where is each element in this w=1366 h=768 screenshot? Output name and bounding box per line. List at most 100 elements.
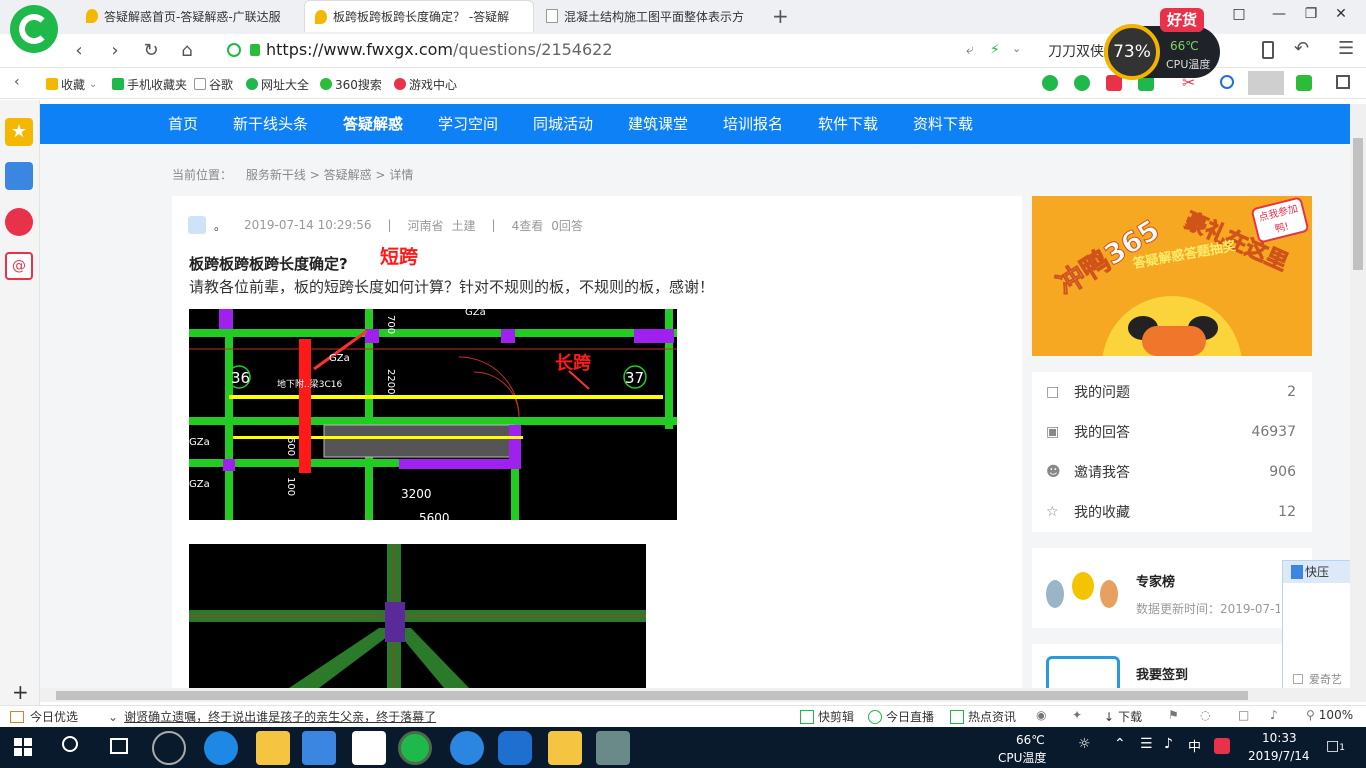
vertical-scrollbar[interactable] [1350, 104, 1366, 702]
nav-classroom[interactable]: 建筑课堂 [628, 104, 688, 144]
clock-date[interactable]: 2019/7/14 [1248, 749, 1310, 763]
stat-my-questions[interactable]: □ 我的问题 2 [1046, 372, 1296, 412]
ime-indicator[interactable]: 中 [1188, 736, 1201, 755]
search-icon[interactable] [1220, 75, 1234, 89]
minimize-button[interactable]: — [1268, 6, 1290, 26]
pin-icon[interactable]: ✦ [1072, 708, 1082, 722]
share-icon[interactable]: ⤶ [966, 42, 974, 58]
news-icon[interactable] [5, 162, 33, 190]
bookmark-favorites[interactable]: 收藏 ⌄ [46, 76, 97, 92]
tab-concrete[interactable]: 混凝土结构施工图平面整体表示方 [536, 0, 764, 32]
sidebar-toggle-icon[interactable]: ‹ [14, 74, 20, 90]
restore-button[interactable]: ❐ [1300, 6, 1322, 26]
speed-icon[interactable]: ◉ [1036, 708, 1046, 722]
nav-downloads[interactable]: 资料下载 [913, 104, 973, 144]
undo-icon[interactable]: ↶ [1294, 38, 1309, 59]
network-icon[interactable]: ☰ [1140, 736, 1153, 752]
edge-icon[interactable] [204, 731, 238, 765]
favorites-star-icon[interactable]: ★ [5, 118, 33, 146]
lightning-icon[interactable]: ⚡ [990, 42, 1000, 58]
task-view-icon[interactable] [110, 738, 128, 754]
store-icon[interactable] [302, 731, 336, 765]
sogou-ime-icon[interactable] [1214, 738, 1230, 754]
search-icon[interactable] [62, 736, 78, 752]
folder-icon[interactable] [256, 731, 290, 765]
mail-icon[interactable] [352, 731, 386, 765]
news-link[interactable]: 谢贤确立遗嘱，终于说出谁是孩子的亲生父亲，终于落幕了 [124, 708, 436, 725]
cad-drawing-image-2[interactable] [189, 544, 646, 688]
chevron-down-icon[interactable]: ⌄ [1012, 42, 1021, 55]
stat-invited[interactable]: ☻ 邀请我答 906 [1046, 452, 1296, 492]
add-sidebar-button[interactable]: + [12, 680, 29, 704]
status-hotnews[interactable]: 热点资讯 [950, 708, 1016, 725]
nav-learning[interactable]: 学习空间 [438, 104, 498, 144]
tab-home[interactable]: 答疑解惑首页-答疑解惑-广联达服 [76, 0, 304, 32]
home-button[interactable]: ⌂ [176, 40, 198, 62]
sogou-icon[interactable] [450, 731, 484, 765]
news-ticker[interactable]: ⌄ 谢贤确立遗嘱，终于说出谁是孩子的亲生父亲，终于落幕了 [108, 708, 436, 725]
status-quickedit[interactable]: 快剪辑 [800, 708, 854, 725]
bookmark-mobile[interactable]: 手机收藏夹 [112, 76, 187, 92]
nav-home[interactable]: 首页 [168, 104, 198, 144]
nav-software[interactable]: 软件下载 [818, 104, 878, 144]
gamepad-icon[interactable] [1248, 71, 1284, 95]
haohuo-badge[interactable]: 好货 [1160, 8, 1204, 32]
ie-icon[interactable]: ◌ [1200, 708, 1210, 722]
status-download[interactable]: ↓ 下载 [1104, 708, 1142, 725]
horizontal-scrollbar[interactable] [40, 688, 1350, 702]
stat-my-answers[interactable]: ▣ 我的回答 46937 [1046, 412, 1296, 452]
nav-qa[interactable]: 答疑解惑 [343, 104, 403, 144]
menu-icon[interactable]: ☰ [1338, 38, 1354, 59]
nav-training[interactable]: 培训报名 [723, 104, 783, 144]
today-picks[interactable]: 今日优选 [10, 708, 78, 725]
checkbox[interactable] [1293, 674, 1303, 684]
reload-button[interactable]: ↻ [140, 40, 162, 62]
popup-footer[interactable]: 爱奇艺 [1293, 671, 1342, 687]
security-icon[interactable] [227, 43, 241, 57]
nav-headlines[interactable]: 新干线头条 [233, 104, 308, 144]
cad-drawing-image[interactable]: 36 37 GZa GZa GZa GZa 700 2200 600 100 3… [189, 309, 677, 520]
flag-icon[interactable]: ⚑ [1168, 708, 1179, 722]
stat-favorites[interactable]: ☆ 我的收藏 12 [1046, 492, 1296, 532]
back-button[interactable]: ‹ [68, 40, 90, 62]
search-box[interactable]: 刀刀双侠 [1048, 41, 1104, 61]
close-button[interactable]: ✕ [1330, 6, 1352, 26]
promo-banner[interactable]: 冲鸭365 豪礼在这里 答疑解惑答题抽奖 点我参加鸭! [1032, 196, 1312, 356]
chevron-up-icon[interactable]: ⌃ [1114, 736, 1126, 752]
notification-icon[interactable]: □1 [1326, 738, 1345, 754]
forward-button[interactable]: › [104, 40, 126, 62]
bookmark-games[interactable]: 游戏中心 [394, 76, 457, 92]
author-name[interactable]: 。 [214, 217, 226, 234]
zoom-level[interactable]: ⚲ 100% [1306, 708, 1353, 722]
bookmark-360search[interactable]: 360搜索 [320, 76, 382, 92]
helper-icon[interactable] [1074, 75, 1090, 91]
weibo-icon[interactable] [5, 208, 33, 236]
tab-question[interactable]: 板跨板跨板跨长度确定？ -答疑解 [304, 0, 534, 32]
extension-icon[interactable] [1042, 75, 1058, 91]
glodon-icon[interactable] [498, 731, 532, 765]
notepad-icon[interactable] [548, 731, 582, 765]
people-icon[interactable]: ☼ [1078, 736, 1091, 752]
url-field[interactable]: https://www.fwxgx.com/questions/2154622 [266, 38, 986, 62]
windows-start-icon[interactable] [14, 738, 32, 756]
360-browser-logo-icon[interactable] [10, 5, 58, 53]
breadcrumb-service[interactable]: 服务新干线 [246, 168, 306, 182]
clock-time[interactable]: 10:33 [1262, 731, 1297, 745]
mail-icon[interactable]: @ [5, 252, 33, 280]
shirt-icon[interactable]: □ [1228, 6, 1250, 26]
taskbar-app-icon[interactable] [152, 731, 186, 765]
cad-app-icon[interactable] [596, 731, 630, 765]
shield-icon[interactable] [1296, 75, 1312, 91]
volume-icon[interactable]: ♪ [1164, 736, 1173, 752]
nav-local-events[interactable]: 同城活动 [533, 104, 593, 144]
avatar[interactable] [188, 216, 206, 234]
new-tab-button[interactable]: + [772, 4, 789, 28]
phone-icon[interactable] [1262, 41, 1274, 59]
scrollbar-thumb[interactable] [1353, 138, 1363, 270]
apps-icon[interactable] [1336, 75, 1350, 89]
window-icon[interactable]: □ [1238, 708, 1249, 722]
bookmark-google[interactable]: 谷歌 [194, 76, 233, 92]
360-browser-icon[interactable] [398, 731, 432, 765]
sound-icon[interactable]: ♪ [1270, 708, 1278, 722]
scrollbar-thumb[interactable] [56, 691, 1248, 700]
